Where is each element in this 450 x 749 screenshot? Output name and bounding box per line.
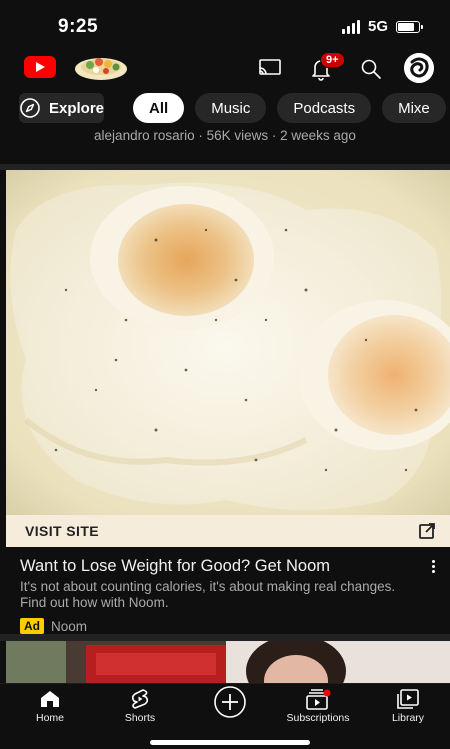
category-chips: Explore All Music Podcasts Mixe	[0, 88, 450, 128]
notification-badge: 9+	[320, 52, 345, 68]
fried-eggs-image	[6, 170, 450, 515]
ad-image[interactable]	[6, 170, 450, 515]
ad-details[interactable]: Want to Lose Weight for Good? Get Noom I…	[20, 556, 420, 634]
next-video-thumbnail[interactable]	[6, 641, 450, 683]
next-video-image	[6, 641, 450, 683]
library-icon	[397, 689, 419, 709]
app-header: 9+	[0, 52, 450, 88]
chip-music[interactable]: Music	[195, 93, 267, 123]
status-time: 9:25	[58, 16, 99, 37]
previous-video-meta[interactable]: alejandro rosario · 56K views · 2 weeks …	[0, 128, 450, 164]
chip-all[interactable]: All	[133, 93, 185, 123]
ad-description: It's not about counting calories, it's a…	[20, 579, 396, 610]
ad-meta: Ad Noom	[20, 618, 420, 634]
nav-shorts[interactable]: Shorts	[95, 684, 185, 724]
chip-mixes[interactable]: Mixe	[382, 93, 446, 123]
ad-title: Want to Lose Weight for Good? Get Noom	[20, 557, 330, 575]
nav-subscriptions[interactable]: Subscriptions	[273, 684, 363, 724]
nav-home-label: Home	[35, 712, 64, 724]
nav-library[interactable]: Library	[363, 684, 450, 724]
status-indicators: 5G	[341, 18, 423, 35]
home-indicator	[150, 740, 310, 745]
compass-icon	[20, 98, 40, 118]
status-bar: 9:25 5G	[0, 0, 450, 52]
avatar-logo-icon	[404, 53, 434, 83]
visit-site-bar[interactable]: VISIT SITE	[6, 515, 450, 547]
home-icon	[41, 691, 59, 707]
network-type: 5G	[367, 18, 388, 35]
nav-shorts-label: Shorts	[124, 712, 156, 724]
youtube-logo-icon[interactable]	[24, 56, 56, 78]
signal-icon	[341, 19, 360, 34]
battery-icon	[396, 20, 423, 33]
visit-site-label: VISIT SITE	[25, 523, 100, 539]
ad-badge: Ad	[20, 618, 44, 634]
explore-label: Explore	[49, 99, 105, 117]
nav-library-label: Library	[391, 712, 425, 724]
doodle-icon[interactable]	[72, 52, 130, 82]
external-link-icon	[419, 523, 435, 539]
cast-icon[interactable]	[258, 58, 282, 78]
add-icon	[214, 686, 246, 718]
explore-chip[interactable]: Explore	[19, 93, 105, 123]
account-avatar[interactable]	[404, 53, 434, 83]
create-button[interactable]	[185, 684, 275, 724]
feed-divider	[0, 634, 450, 641]
shorts-icon	[131, 689, 149, 709]
nav-subscriptions-label: Subscriptions	[286, 712, 350, 724]
more-options-icon[interactable]	[432, 560, 436, 575]
chip-podcasts[interactable]: Podcasts	[277, 93, 372, 123]
nav-home[interactable]: Home	[5, 684, 95, 724]
ad-advertiser: Noom	[51, 618, 88, 634]
search-icon[interactable]	[360, 58, 382, 80]
subscriptions-icon	[306, 689, 331, 710]
